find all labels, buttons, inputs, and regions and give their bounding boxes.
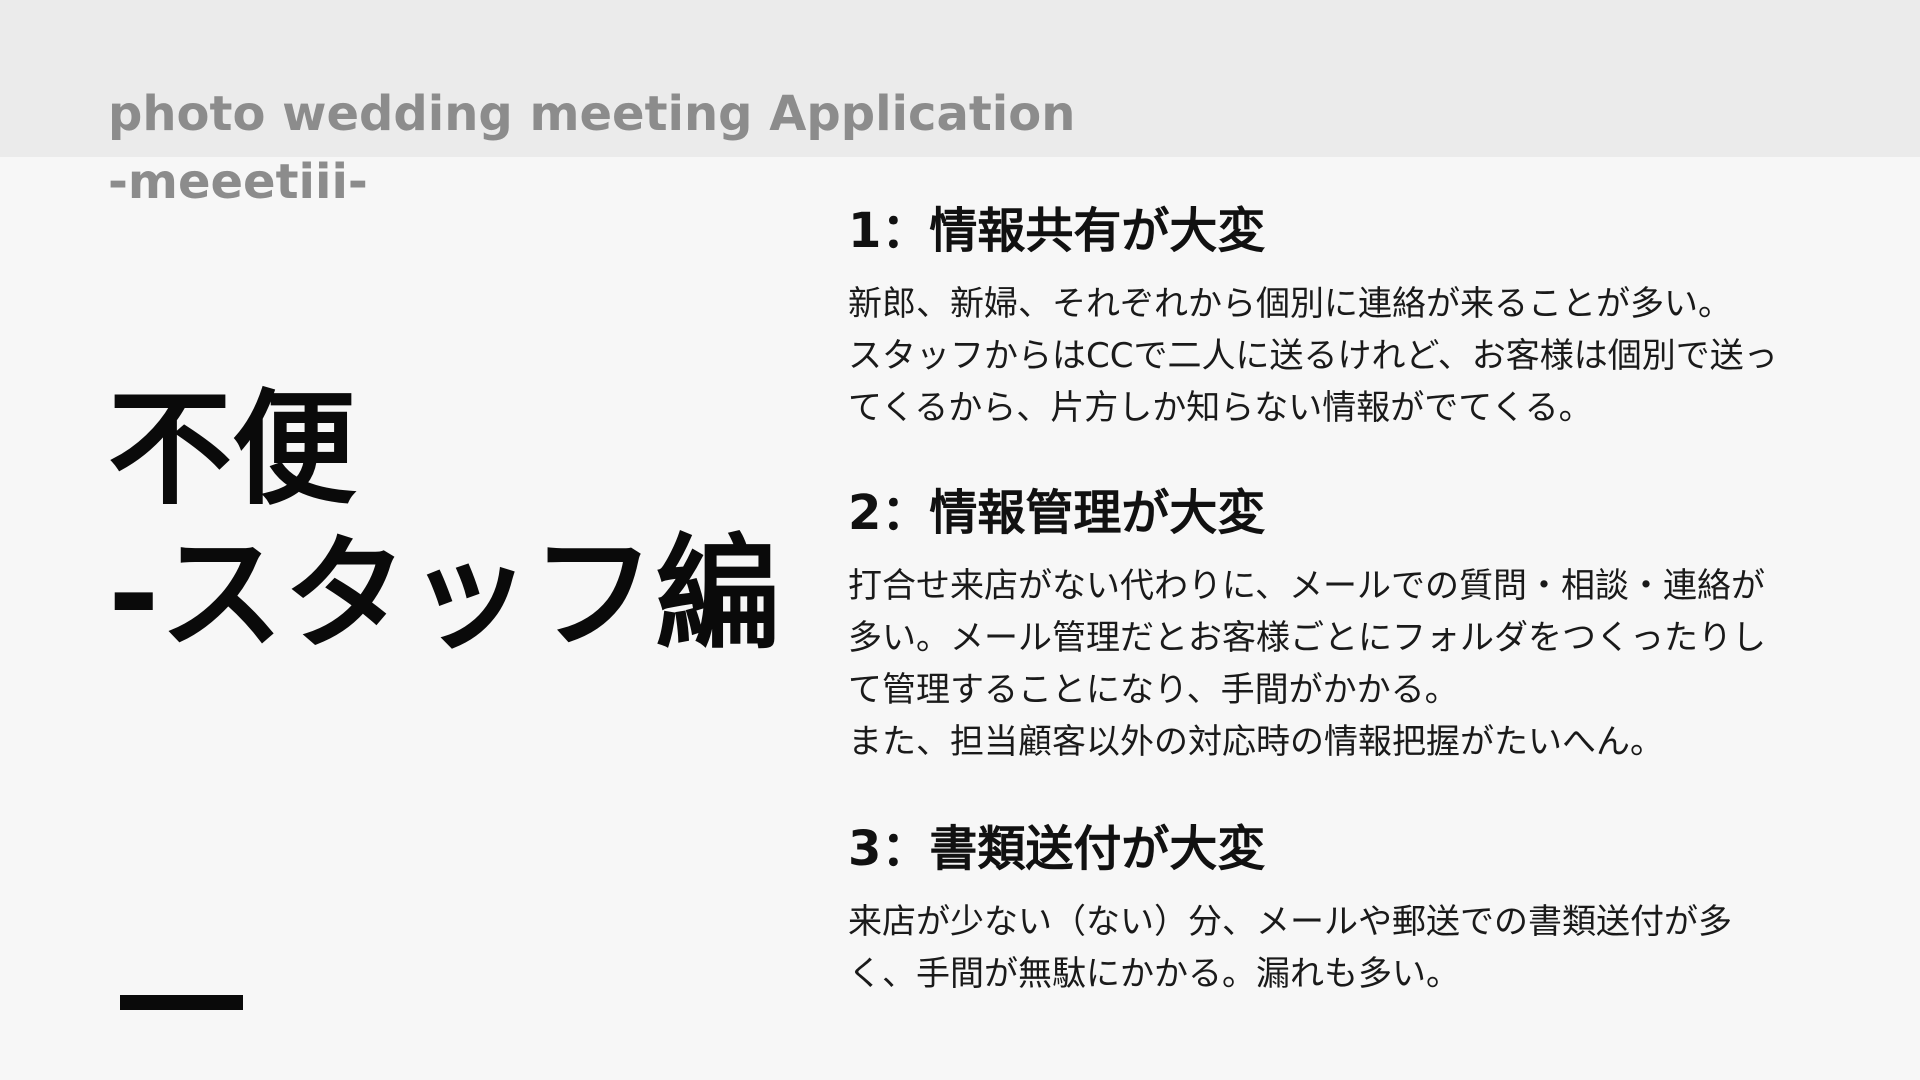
section-title: 3：書類送付が大変: [848, 821, 1266, 877]
body-line: てくるから、片方しか知らない情報がでてくる。: [848, 388, 1593, 428]
app-title: photo wedding meeting Application -meeet…: [108, 80, 1075, 216]
section-body: 打合せ来店がない代わりに、メールでの質問・相談・連絡が 多い。メール管理だとお客…: [848, 560, 1766, 768]
body-line: 新郎、新婦、それぞれから個別に連絡が来ることが多い。: [848, 284, 1732, 324]
section-1: 1：情報共有が大変 新郎、新婦、それぞれから個別に連絡が来ることが多い。 スタッ…: [848, 200, 1778, 434]
section-title: 1：情報共有が大変: [848, 203, 1266, 259]
body-line: 打合せ来店がない代わりに、メールでの質問・相談・連絡が: [848, 566, 1765, 606]
main-heading: 不便 -スタッフ編: [108, 378, 779, 668]
app-title-line1: photo wedding meeting Application: [108, 86, 1076, 142]
body-line: 来店が少ない（ない）分、メールや郵送での書類送付が多: [848, 902, 1732, 942]
section-title: 2：情報管理が大変: [848, 485, 1266, 541]
body-line: また、担当顧客以外の対応時の情報把握がたいへん。: [848, 722, 1664, 762]
slide: photo wedding meeting Application -meeet…: [0, 0, 1920, 1080]
section-body: 来店が少ない（ない）分、メールや郵送での書類送付が多 く、手間が無駄にかかる。漏…: [848, 896, 1732, 1000]
body-line: く、手間が無駄にかかる。漏れも多い。: [848, 954, 1460, 994]
section-2: 2：情報管理が大変 打合せ来店がない代わりに、メールでの質問・相談・連絡が 多い…: [848, 482, 1766, 768]
body-line: て管理することになり、手間がかかる。: [848, 670, 1459, 710]
section-3: 3：書類送付が大変 来店が少ない（ない）分、メールや郵送での書類送付が多 く、手…: [848, 818, 1732, 1000]
body-line: 多い。メール管理だとお客様ごとにフォルダをつくったりし: [848, 618, 1766, 658]
main-heading-line1: 不便: [108, 378, 357, 522]
section-body: 新郎、新婦、それぞれから個別に連絡が来ることが多い。 スタッフからはCCで二人に…: [848, 278, 1778, 434]
body-line: スタッフからはCCで二人に送るけれど、お客様は個別で送っ: [848, 336, 1778, 376]
main-heading-line2: -スタッフ編: [108, 523, 780, 667]
accent-bar: [120, 995, 243, 1010]
